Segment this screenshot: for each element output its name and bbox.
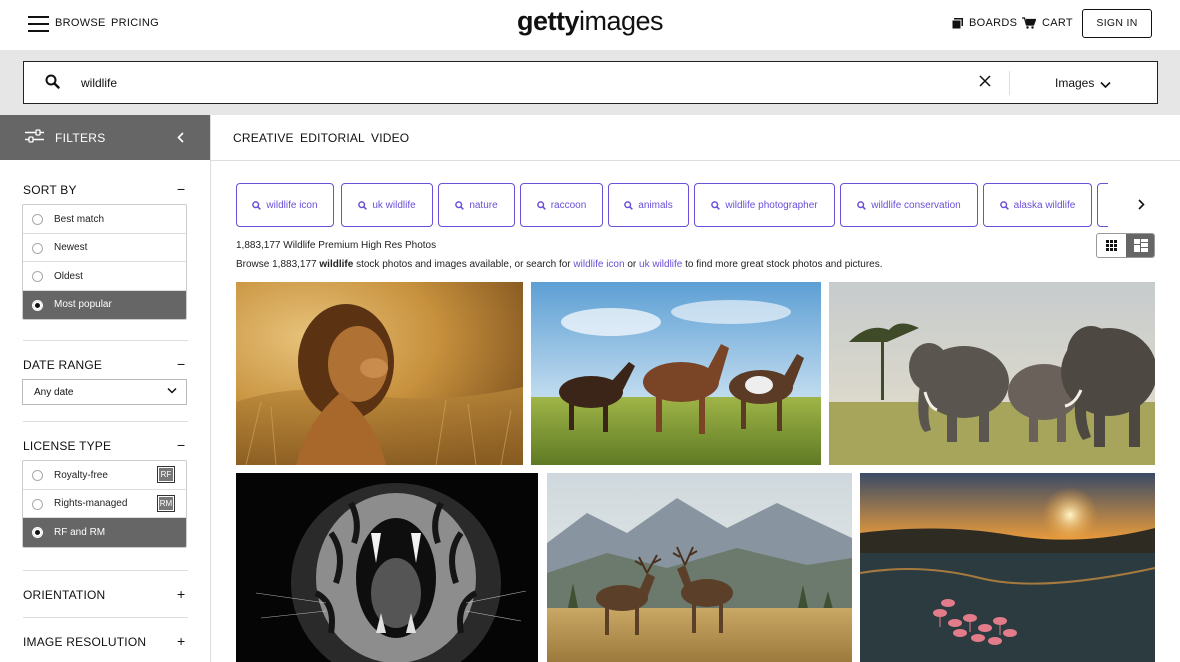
content-type-tabs: CREATIVE EDITORIAL VIDEO xyxy=(211,115,1180,161)
search-divider xyxy=(1009,71,1010,95)
orientation-title[interactable]: ORIENTATION xyxy=(23,588,105,602)
elephants-photo[interactable] xyxy=(829,282,1155,465)
radio-icon[interactable] xyxy=(32,271,43,282)
radio-icon[interactable] xyxy=(32,242,43,254)
filters-label: FILTERS xyxy=(55,131,106,145)
search-band: wildlife Images xyxy=(0,50,1180,115)
filters-sidebar: FILTERS SORT BY − Best match Newest Olde… xyxy=(0,115,211,662)
chevron-right-icon[interactable] xyxy=(1138,199,1145,213)
date-range-title: DATE RANGE xyxy=(23,358,103,372)
results-description: Browse 1,883,177 wildlife stock photos a… xyxy=(236,259,883,270)
search-icon xyxy=(536,200,546,210)
sort-option-oldest[interactable]: Oldest xyxy=(23,262,186,291)
search-icon xyxy=(455,200,465,210)
license-option-royalty-free[interactable]: Royalty-free RF xyxy=(23,461,186,490)
related-search-chip[interactable]: alaska wildlife xyxy=(983,183,1092,227)
search-icon xyxy=(358,200,368,210)
date-range-value: Any date xyxy=(34,387,74,398)
related-search-chip[interactable]: wildlife conservation xyxy=(840,183,978,227)
license-type-options: Royalty-free RF Rights-managed RM RF and R… xyxy=(22,460,187,548)
related-search-chip[interactable]: wildlife icon xyxy=(236,183,334,227)
search-icon xyxy=(624,200,634,210)
results-area: wildlife icon uk wildlife nature raccoon… xyxy=(211,161,1180,662)
related-searches: wildlife icon uk wildlife nature raccoon… xyxy=(236,183,1108,227)
flamingos-photo[interactable] xyxy=(860,473,1155,662)
clear-search-icon[interactable] xyxy=(979,75,991,90)
section-divider xyxy=(23,617,188,618)
boards-link[interactable]: BOARDS xyxy=(969,17,1017,29)
tiger-photo[interactable] xyxy=(236,473,538,662)
section-divider xyxy=(23,421,188,422)
lion-photo[interactable] xyxy=(236,282,523,465)
mosaic-view-icon[interactable] xyxy=(1126,234,1154,257)
top-header: BROWSE PRICING gettyimages BOARDS CART S… xyxy=(0,0,1180,50)
sort-option-most-popular[interactable]: Most popular xyxy=(23,290,186,319)
section-divider xyxy=(23,570,188,571)
related-search-chip[interactable]: animals xyxy=(608,183,689,227)
radio-icon[interactable] xyxy=(32,470,43,481)
search-icon xyxy=(252,200,262,210)
related-search-chip[interactable]: uk wildlife xyxy=(341,183,433,227)
search-type-select[interactable]: Images xyxy=(1055,76,1094,90)
section-divider xyxy=(23,340,188,341)
rm-badge-icon: RM xyxy=(157,494,175,512)
filter-sliders-icon xyxy=(25,129,44,146)
chevron-down-icon xyxy=(167,387,177,398)
radio-selected-icon[interactable] xyxy=(32,527,43,538)
date-range-collapse-icon[interactable]: − xyxy=(177,357,185,371)
search-icon xyxy=(999,200,1009,210)
related-search-chip[interactable]: raccoon xyxy=(520,183,603,227)
sort-by-title: SORT BY xyxy=(23,183,77,197)
radio-icon[interactable] xyxy=(32,214,43,225)
related-link-wildlife-icon[interactable]: wildlife icon xyxy=(573,259,624,270)
collapse-chevron-icon[interactable] xyxy=(177,132,184,146)
horses-photo[interactable] xyxy=(531,282,821,465)
search-bar[interactable]: wildlife Images xyxy=(23,61,1158,104)
tab-editorial[interactable]: EDITORIAL xyxy=(300,131,365,145)
license-type-title: LICENSE TYPE xyxy=(23,439,112,453)
rf-badge-icon: RF xyxy=(157,466,175,483)
orientation-expand-icon[interactable]: + xyxy=(177,587,185,601)
license-option-rf-and-rm[interactable]: RF and RM xyxy=(23,518,186,547)
results-count: 1,883,177 Wildlife Premium High Res Phot… xyxy=(236,240,437,251)
image-resolution-title[interactable]: IMAGE RESOLUTION xyxy=(23,635,146,649)
search-input[interactable]: wildlife xyxy=(81,76,117,90)
search-icon[interactable] xyxy=(45,74,60,92)
cart-link[interactable]: CART xyxy=(1042,17,1073,29)
view-toggle xyxy=(1096,233,1155,258)
tab-creative[interactable]: CREATIVE xyxy=(233,131,294,145)
grid-view-icon[interactable] xyxy=(1097,234,1126,257)
search-icon xyxy=(711,200,721,210)
related-search-chip[interactable]: nature xyxy=(438,183,515,227)
sort-by-options: Best match Newest Oldest Most popular xyxy=(22,204,187,320)
radio-icon[interactable] xyxy=(32,498,43,510)
cart-icon[interactable] xyxy=(1022,17,1037,32)
related-search-chip[interactable]: wildlife photographer xyxy=(694,183,835,227)
boards-icon[interactable] xyxy=(951,18,963,32)
filters-header[interactable]: FILTERS xyxy=(0,115,210,160)
search-icon xyxy=(857,200,867,210)
radio-selected-icon[interactable] xyxy=(32,299,43,311)
elk-photo[interactable] xyxy=(547,473,852,662)
related-search-chip[interactable]: wi xyxy=(1097,183,1108,227)
sort-option-newest[interactable]: Newest xyxy=(23,234,186,262)
date-range-select[interactable]: Any date xyxy=(22,379,187,405)
chevron-down-icon[interactable] xyxy=(1100,78,1111,92)
sort-option-best-match[interactable]: Best match xyxy=(23,205,186,234)
license-option-rights-managed[interactable]: Rights-managed RM xyxy=(23,490,186,518)
sort-by-collapse-icon[interactable]: − xyxy=(177,182,185,196)
sign-in-button[interactable]: SIGN IN xyxy=(1082,9,1152,38)
license-type-collapse-icon[interactable]: − xyxy=(177,438,185,452)
related-link-uk-wildlife[interactable]: uk wildlife xyxy=(639,259,682,270)
tab-video[interactable]: VIDEO xyxy=(371,131,409,145)
image-resolution-expand-icon[interactable]: + xyxy=(177,634,185,648)
